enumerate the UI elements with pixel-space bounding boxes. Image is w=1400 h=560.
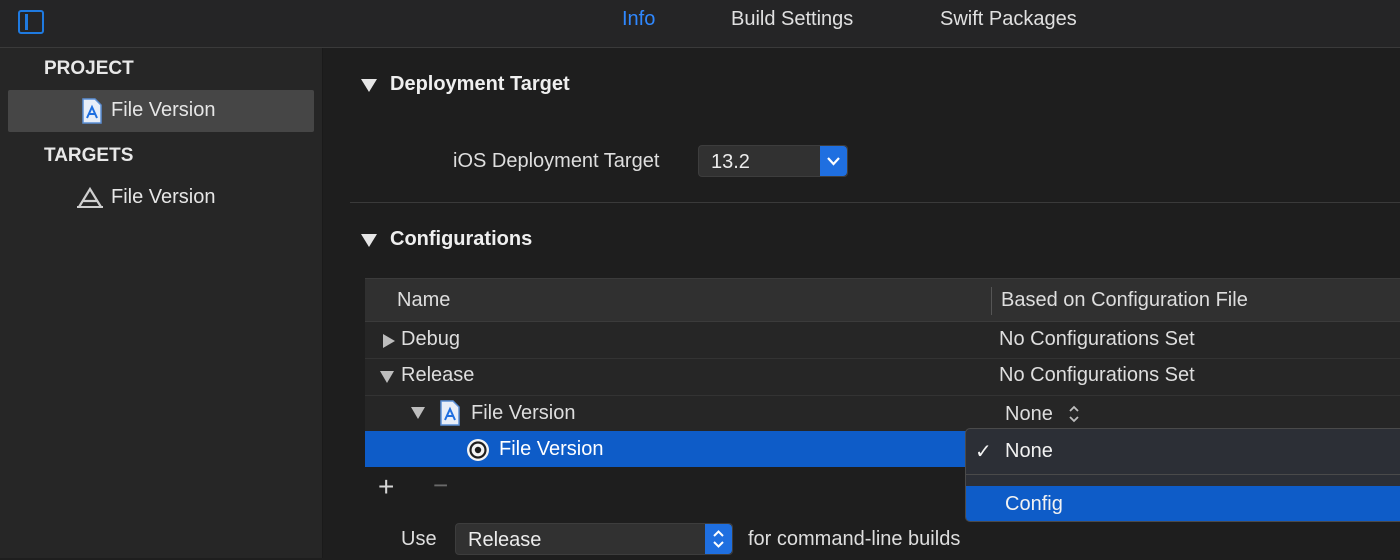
- up-down-chevron-icon: [705, 524, 732, 554]
- configurations-section-title: Configurations: [390, 228, 533, 250]
- row-config: No Configurations Set: [999, 328, 1195, 350]
- command-line-config-value: Release: [468, 529, 542, 551]
- deployment-section-title: Deployment Target: [390, 73, 570, 95]
- sidebar-item-project[interactable]: File Version: [8, 90, 314, 132]
- sidebar-item-target[interactable]: File Version: [8, 177, 314, 219]
- menu-item-label: Config: [1005, 493, 1063, 515]
- targets-section-header: TARGETS: [44, 145, 134, 166]
- row-name: File Version: [499, 438, 604, 460]
- checkmark-icon: ✓: [975, 441, 992, 463]
- table-row-project[interactable]: File Version None: [365, 395, 1400, 431]
- project-file-icon: [82, 98, 102, 124]
- menu-item-label: None: [1005, 440, 1053, 462]
- ios-deployment-target-value: 13.2: [711, 151, 750, 173]
- app-target-icon: [77, 186, 103, 208]
- menu-separator: [966, 474, 1400, 475]
- collapse-triangle-icon[interactable]: [411, 407, 425, 419]
- command-line-config-popup[interactable]: Release: [455, 523, 733, 555]
- column-header-config[interactable]: Based on Configuration File: [1001, 289, 1248, 312]
- ios-deployment-target-label: iOS Deployment Target: [453, 150, 660, 172]
- chevron-down-icon: [820, 146, 847, 176]
- row-name: Release: [401, 364, 475, 386]
- target-icon: [467, 439, 489, 461]
- sidebar-item-label: File Version: [111, 186, 216, 208]
- expand-triangle-icon[interactable]: [383, 334, 395, 348]
- row-name: File Version: [471, 402, 576, 424]
- deployment-disclosure-icon[interactable]: [361, 79, 377, 92]
- use-label: Use: [401, 528, 437, 550]
- configurations-disclosure-icon[interactable]: [361, 234, 377, 247]
- sidebar: PROJECT File Version TARGETS File Versio…: [0, 48, 323, 558]
- up-down-chevron-icon[interactable]: [1067, 403, 1081, 425]
- tab-build-settings[interactable]: Build Settings: [731, 8, 853, 31]
- ios-deployment-target-popup[interactable]: 13.2: [698, 145, 848, 177]
- section-divider: [350, 202, 1400, 203]
- menu-item-none[interactable]: ✓ None: [966, 433, 1400, 469]
- collapse-triangle-icon[interactable]: [380, 371, 394, 383]
- toolbar: Info Build Settings Swift Packages: [0, 0, 1400, 48]
- command-line-suffix: for command-line builds: [748, 528, 961, 550]
- remove-configuration-button[interactable]: −: [433, 470, 448, 500]
- project-file-icon: [440, 400, 460, 426]
- row-name: Debug: [401, 328, 460, 350]
- sidebar-item-label: File Version: [111, 99, 216, 121]
- menu-item-config[interactable]: Config: [966, 486, 1400, 521]
- add-configuration-button[interactable]: +: [378, 472, 394, 502]
- tab-info[interactable]: Info: [622, 8, 655, 31]
- tab-swift-packages[interactable]: Swift Packages: [940, 8, 1077, 31]
- navigator-toggle-icon[interactable]: [18, 10, 44, 34]
- project-section-header: PROJECT: [44, 58, 134, 79]
- row-config: No Configurations Set: [999, 364, 1195, 386]
- column-header-name[interactable]: Name: [397, 289, 450, 312]
- column-divider[interactable]: [991, 287, 992, 315]
- table-row-release[interactable]: Release No Configurations Set: [365, 358, 1400, 394]
- row-config-popup[interactable]: None: [1005, 403, 1053, 426]
- config-file-dropdown-menu: ✓ None Config: [965, 428, 1400, 522]
- table-row-debug[interactable]: Debug No Configurations Set: [365, 322, 1400, 358]
- table-header: Name Based on Configuration File: [365, 278, 1400, 322]
